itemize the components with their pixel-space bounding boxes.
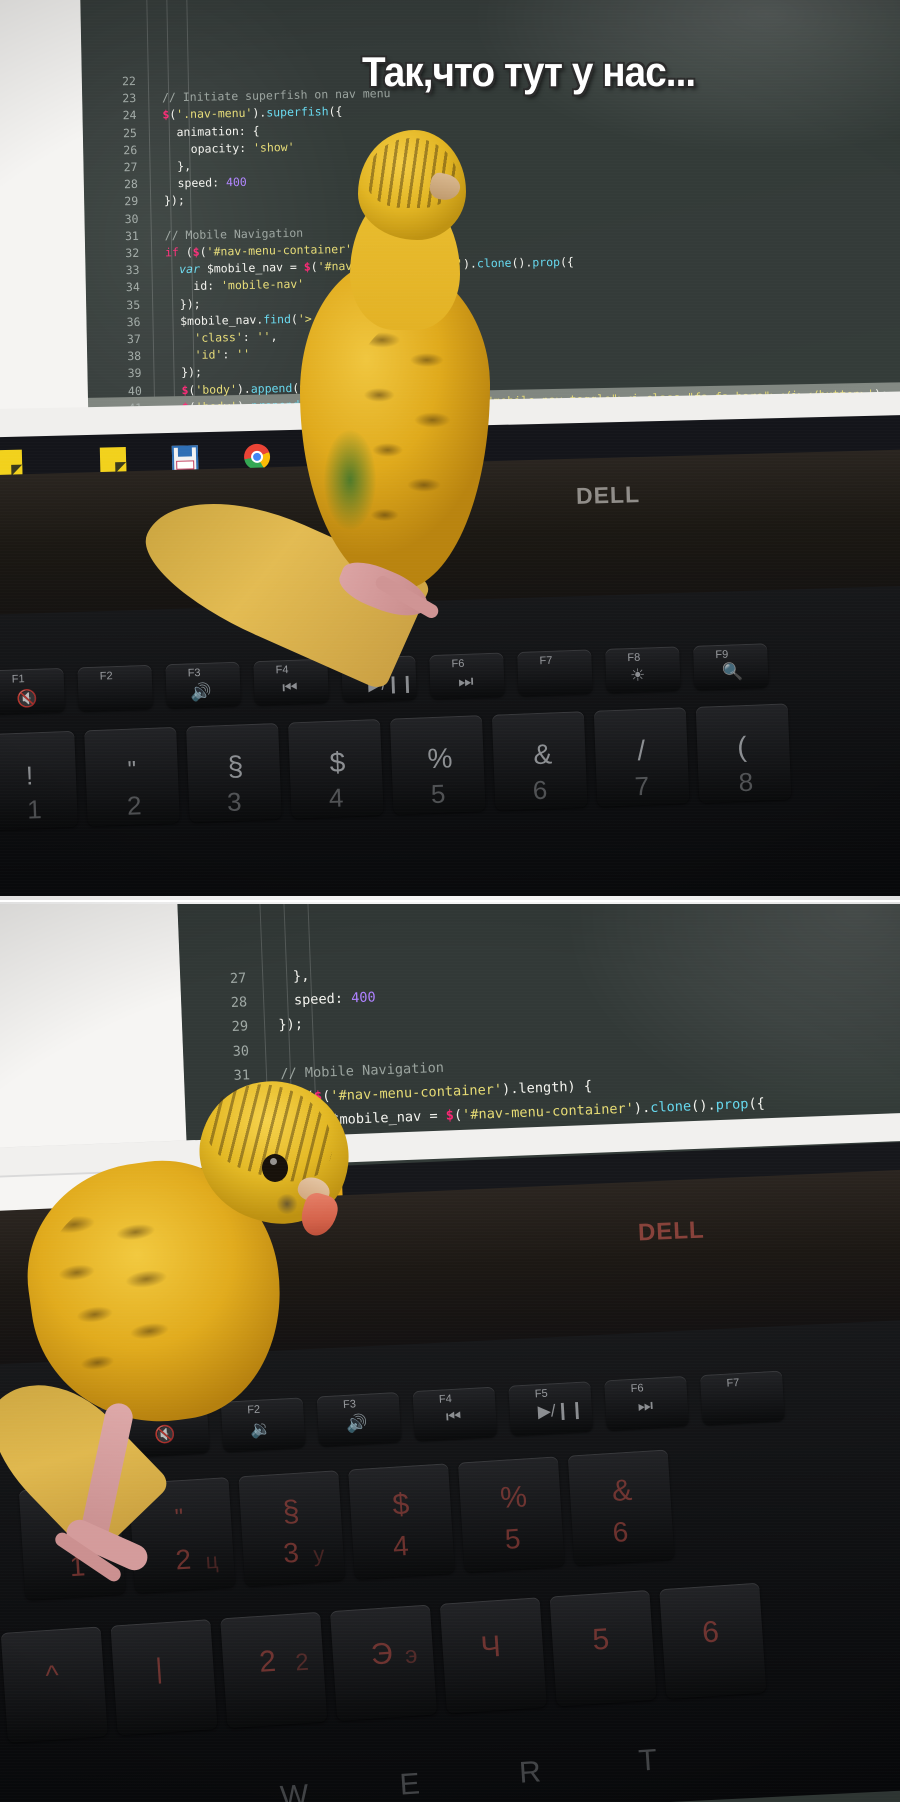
line-number: 29: [231, 1018, 249, 1036]
line-number: 22: [121, 73, 137, 89]
line-number: 29: [124, 194, 139, 209]
volume-down-icon: 🔉: [249, 1419, 273, 1440]
line-number: 31: [233, 1067, 251, 1084]
dell-logo-text: DELL: [637, 1216, 706, 1247]
mute-icon: 🔇: [16, 688, 38, 709]
line-number: 30: [124, 211, 139, 226]
save-floppy-icon[interactable]: [171, 445, 199, 472]
code-text: id: 'mobile-nav': [151, 277, 305, 295]
line-number: 35: [126, 297, 141, 312]
line-number: 23: [122, 91, 137, 106]
mute-icon: 🔇: [153, 1424, 177, 1445]
play-pause-icon: ▶/❙❙: [537, 1399, 585, 1422]
code-text: });: [261, 1016, 304, 1035]
code-text: speed: 400: [149, 175, 247, 191]
code-text: });: [150, 193, 185, 209]
taskbar-item-2[interactable]: [171, 445, 199, 477]
line-number: 39: [127, 366, 142, 381]
line-number: 27: [229, 970, 247, 988]
dell-logo-top: DELL: [576, 481, 641, 510]
code-text: },: [259, 967, 310, 986]
volume-up-icon: 🔊: [190, 682, 212, 703]
next-track-icon: ⏭: [637, 1395, 654, 1416]
line-number: 37: [126, 331, 141, 347]
meme-panel-top: 22 23 // Initiate superfish on nav menu 2…: [0, 0, 900, 900]
notepad-icon-2[interactable]: [99, 447, 127, 474]
code-text: speed: 400: [260, 989, 377, 1011]
play-pause-icon: ▶/❙❙: [367, 673, 415, 695]
next-track-icon: ⏭: [457, 671, 474, 692]
taskbar-item-1[interactable]: [99, 447, 127, 479]
meme-image: 22 23 // Initiate superfish on nav menu 2…: [0, 0, 900, 1802]
code-text: 'id': '': [153, 347, 251, 363]
line-number: 31: [124, 228, 139, 244]
taskbar-item-0[interactable]: [0, 449, 23, 482]
dell-logo-text: DELL: [575, 481, 641, 509]
search-icon: 🔍: [721, 662, 744, 682]
line-number: 28: [230, 994, 248, 1012]
line-number: 32: [234, 1091, 252, 1108]
line-number: 24: [122, 108, 137, 123]
line-number: 33: [125, 263, 140, 278]
code-lines-top: 22 23 // Initiate superfish on nav menu 2…: [82, 57, 900, 414]
line-number: 26: [123, 142, 138, 158]
brightness-icon: ☀: [629, 665, 646, 686]
line-number: 25: [122, 125, 137, 140]
line-number: 27: [123, 159, 138, 175]
line-number: 40: [127, 383, 142, 398]
panel-divider: [0, 896, 900, 904]
volume-up-icon: 🔊: [345, 1413, 368, 1434]
notepad-icon[interactable]: [0, 449, 23, 477]
caption-top: Так,что тут у нас...: [362, 48, 696, 95]
line-number: 32: [125, 245, 140, 261]
prev-track-icon: ⏮: [281, 677, 298, 698]
code-text: opacity: 'show': [149, 139, 295, 157]
code-text: });: [152, 296, 201, 312]
line-number: 36: [126, 314, 141, 330]
line-number: 34: [125, 280, 140, 295]
code-text: animation: {: [148, 123, 260, 140]
chrome-icon[interactable]: [243, 443, 271, 471]
line-number: 28: [123, 177, 138, 192]
line-number: 33: [235, 1115, 253, 1133]
prev-track-icon: ⏮: [445, 1406, 462, 1427]
line-number: 30: [232, 1042, 250, 1060]
code-text: });: [153, 365, 203, 381]
meme-panel-bottom: 27 }, 28 speed: 400 29 }); 30 31 // Mobile …: [0, 902, 900, 1802]
line-number: 38: [127, 349, 142, 364]
taskbar-item-3[interactable]: [243, 443, 271, 476]
dell-logo-bottom: DELL: [637, 1217, 705, 1248]
code-text: 'class': '',: [152, 329, 278, 346]
